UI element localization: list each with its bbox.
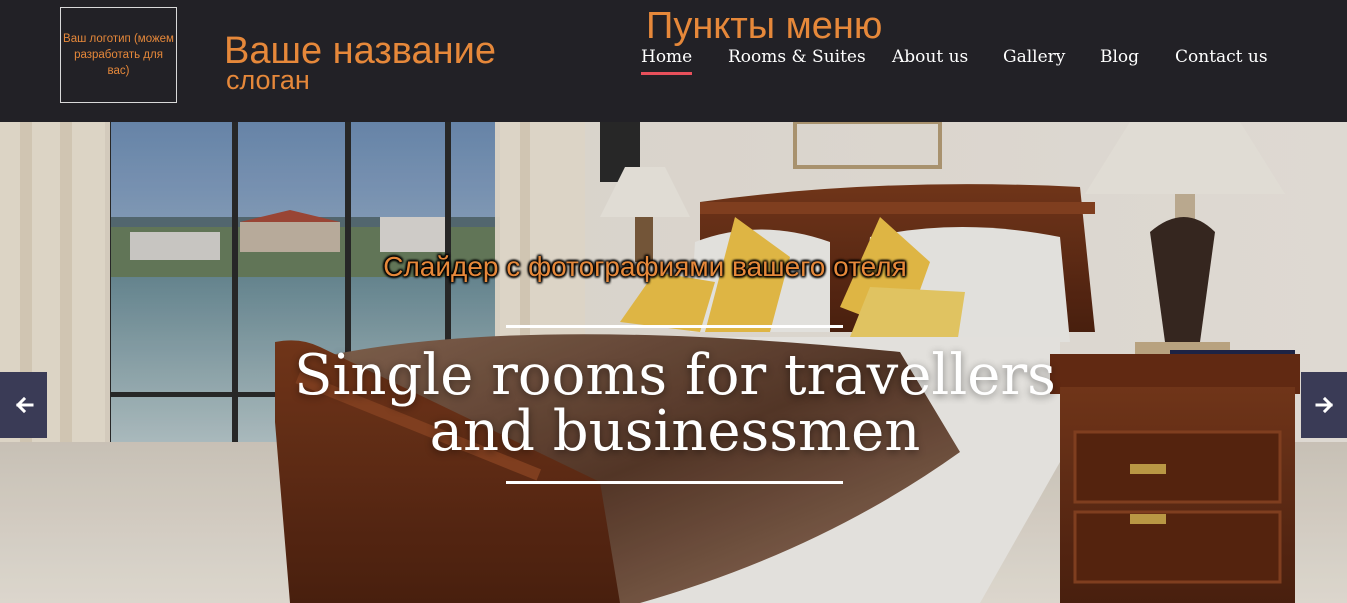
hero-slider: Слайдер с фотографиями вашего отеля Sing… [0, 122, 1347, 603]
slider-caption: Слайдер с фотографиями вашего отеля [383, 251, 907, 282]
arrow-right-icon [1315, 396, 1333, 414]
nav-item-about-us[interactable]: About us [892, 46, 968, 68]
slider-next-button[interactable] [1301, 372, 1347, 438]
menu-caption: Пункты меню [646, 5, 883, 47]
slide-title: Single rooms for travellers and business… [270, 348, 1080, 460]
slide-title-line2: and businessmen [429, 399, 921, 464]
slider-prev-button[interactable] [0, 372, 47, 438]
nav-item-contact-us[interactable]: Contact us [1175, 46, 1268, 68]
title-divider-bottom [506, 481, 843, 484]
slide-title-line1: Single rooms for travellers [294, 343, 1056, 408]
nav-item-rooms-suites[interactable]: Rooms & Suites [728, 46, 866, 68]
arrow-left-icon [15, 396, 33, 414]
site-slogan: слоган [226, 65, 310, 95]
nav-item-gallery[interactable]: Gallery [1003, 46, 1065, 68]
logo-text: Ваш логотип (можем разработать для вас) [63, 33, 174, 77]
logo-placeholder[interactable]: Ваш логотип (можем разработать для вас) [60, 7, 177, 103]
nav-item-home[interactable]: Home [641, 46, 693, 75]
site-header: Ваш логотип (можем разработать для вас) … [0, 0, 1347, 122]
title-divider-top [506, 325, 843, 328]
nav-item-blog[interactable]: Blog [1100, 46, 1139, 68]
